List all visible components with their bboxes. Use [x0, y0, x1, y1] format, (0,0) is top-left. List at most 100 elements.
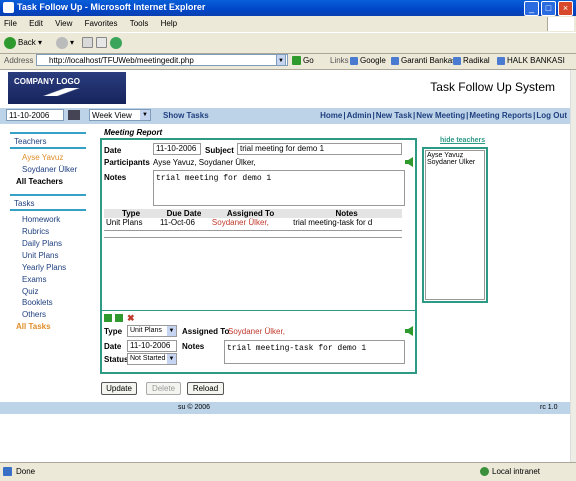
close-button[interactable]: ×: [558, 1, 573, 16]
all-teachers-link[interactable]: All Teachers: [16, 177, 63, 186]
menu-file[interactable]: File: [4, 17, 17, 31]
stop-button[interactable]: [82, 36, 95, 50]
nav-new-meeting[interactable]: New Meeting: [416, 111, 465, 120]
maximize-button[interactable]: □: [541, 1, 556, 16]
view-select[interactable]: Week View ▼: [89, 109, 151, 121]
refresh-button[interactable]: [96, 36, 109, 50]
link-halk[interactable]: HALK BANKASI: [497, 55, 565, 67]
notes-textarea[interactable]: trial meeting for demo 1: [153, 170, 405, 206]
cell-assigned: Soydaner Ülker,: [211, 218, 269, 227]
address-label: Address: [4, 56, 34, 65]
menu-favorites[interactable]: Favorites: [85, 17, 118, 31]
task-exams[interactable]: Exams: [22, 275, 46, 284]
menu-tools[interactable]: Tools: [130, 17, 149, 31]
status-text: Done: [16, 467, 36, 476]
assigned-to-value: Soydaner Ülker,: [228, 327, 285, 336]
task-yearly-plans[interactable]: Yearly Plans: [22, 263, 66, 272]
forward-button[interactable]: ▾: [56, 36, 74, 50]
divider: [100, 310, 417, 311]
task-booklets[interactable]: Booklets: [22, 298, 53, 307]
delete-button[interactable]: Delete: [146, 382, 181, 395]
add-participant-arrow-icon[interactable]: [405, 157, 413, 167]
chevron-down-icon: ▼: [167, 354, 176, 364]
report-date-field[interactable]: 11-10-2006: [153, 143, 201, 155]
all-tasks-link[interactable]: All Tasks: [16, 322, 51, 331]
nav-home[interactable]: Home: [320, 111, 342, 120]
sidebar-divider: [10, 194, 86, 196]
table-row[interactable]: Unit Plans 11-Oct-06 Soydaner Ülker, tri…: [104, 218, 402, 227]
menu-view[interactable]: View: [55, 17, 72, 31]
date-input[interactable]: 11-10-2006: [6, 109, 64, 121]
links-label: Links: [330, 56, 349, 65]
teacher-soydaner[interactable]: Soydaner Ülker: [22, 165, 77, 174]
menu-help[interactable]: Help: [161, 17, 177, 31]
vertical-scrollbar[interactable]: [570, 70, 576, 462]
reload-button[interactable]: Reload: [187, 382, 224, 395]
teachers-list[interactable]: Ayse Yavuz Soydaner Ülker: [425, 150, 485, 300]
status-select[interactable]: Not Started ▼: [127, 353, 177, 365]
col-notes: Notes: [291, 209, 402, 218]
nav-new-task[interactable]: New Task: [376, 111, 412, 120]
sidebar-divider: [10, 147, 86, 149]
nav-meeting-reports[interactable]: Meeting Reports: [469, 111, 532, 120]
link-radikal[interactable]: Radikal: [453, 55, 490, 67]
home-button[interactable]: [110, 36, 124, 50]
task-unit-plans[interactable]: Unit Plans: [22, 251, 58, 260]
task-daily-plans[interactable]: Daily Plans: [22, 239, 62, 248]
move-up-icon[interactable]: [104, 314, 112, 322]
address-dropdown-icon[interactable]: ▼: [276, 54, 286, 66]
nav-bar: 11-10-2006 Week View ▼ Show Tasks Home|Ad…: [0, 108, 570, 124]
task-notes-label: Notes: [182, 342, 205, 351]
page-icon: [391, 56, 399, 65]
address-input[interactable]: http://localhost/TFUWeb/meetingedit.php: [36, 54, 288, 66]
list-item[interactable]: Ayse Yavuz: [427, 152, 483, 159]
menu-bar: File Edit View Favorites Tools Help: [0, 17, 576, 31]
page-done-icon: [3, 467, 12, 476]
stop-icon: [82, 37, 93, 49]
subject-field[interactable]: trial meeting for demo 1: [237, 143, 402, 155]
back-button[interactable]: Back ▾: [4, 36, 42, 50]
window-title-bar: Task Follow Up - Microsoft Internet Expl…: [0, 0, 576, 16]
hide-teachers-link[interactable]: hide teachers: [440, 137, 485, 144]
chevron-down-icon: ▼: [167, 326, 176, 336]
menu-edit[interactable]: Edit: [29, 17, 43, 31]
col-type: Type: [104, 209, 158, 218]
task-date-field[interactable]: 11-10-2006: [127, 340, 177, 352]
task-others[interactable]: Others: [22, 310, 46, 319]
go-button[interactable]: Go: [292, 55, 314, 67]
cell-due: 11-Oct-06: [159, 218, 195, 227]
check-icon[interactable]: [115, 314, 123, 322]
update-button[interactable]: Update: [101, 382, 137, 395]
status-bar: Done Local intranet: [0, 462, 576, 481]
teacher-ayse[interactable]: Ayse Yavuz: [22, 153, 63, 162]
task-quiz[interactable]: Quiz: [22, 287, 38, 296]
list-item[interactable]: Soydaner Ülker: [427, 159, 483, 166]
subject-label: Subject: [205, 146, 234, 155]
assigned-to-label: Assigned To: [182, 327, 230, 336]
nav-log-out[interactable]: Log Out: [536, 111, 567, 120]
meeting-report-title: Meeting Report: [104, 128, 163, 137]
zone-text: Local intranet: [492, 467, 541, 476]
calendar-icon[interactable]: [68, 110, 80, 120]
page-icon: [350, 56, 358, 65]
intranet-zone-icon: [480, 467, 489, 476]
teachers-header: Teachers: [14, 137, 47, 146]
delete-x-icon[interactable]: ✖: [127, 313, 135, 324]
link-google[interactable]: Google: [350, 55, 386, 67]
status-label: Status: [104, 355, 129, 364]
nav-admin[interactable]: Admin: [347, 111, 372, 120]
minimize-button[interactable]: _: [524, 1, 539, 16]
teachers-panel: Ayse Yavuz Soydaner Ülker: [422, 147, 488, 303]
show-tasks-link[interactable]: Show Tasks: [163, 108, 209, 124]
version: rc 1.0: [540, 404, 558, 411]
task-rubrics[interactable]: Rubrics: [22, 227, 49, 236]
add-assignee-arrow-icon[interactable]: [405, 326, 413, 336]
task-homework[interactable]: Homework: [22, 215, 60, 224]
type-select[interactable]: Unit Plans ▼: [127, 325, 177, 337]
task-notes-textarea[interactable]: trial meeting-task for demo 1: [224, 340, 405, 364]
tasks-table: Type Due Date Assigned To Notes Unit Pla…: [104, 209, 402, 227]
divider: [104, 230, 402, 231]
participants-value: Ayse Yavuz, Soydaner Ülker,: [153, 158, 256, 167]
company-logo: COMPANY LOGO: [8, 72, 126, 104]
link-garanti[interactable]: Garanti Bankasi: [391, 55, 458, 67]
